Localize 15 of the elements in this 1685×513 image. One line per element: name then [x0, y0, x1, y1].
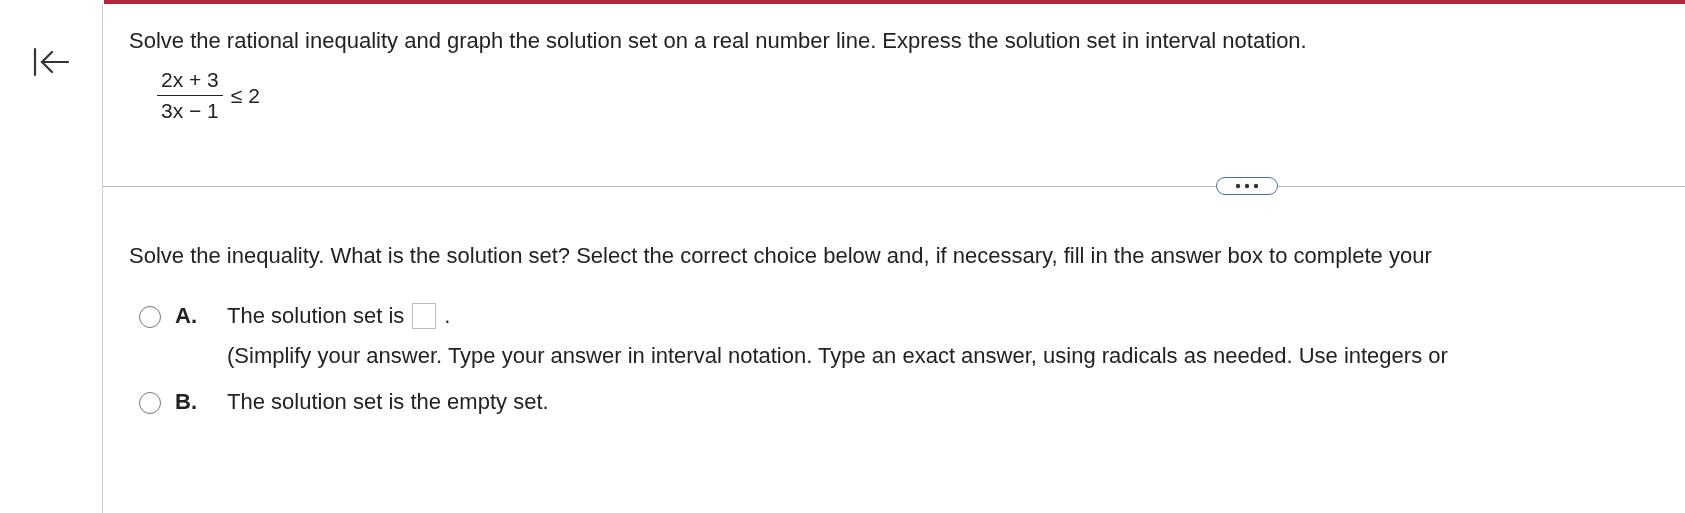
period: .	[444, 303, 451, 329]
answer-box[interactable]	[412, 303, 437, 329]
choice-text: The solution set is	[227, 303, 405, 329]
more-button[interactable]	[1216, 177, 1278, 195]
fraction: 2x + 3 3x − 1	[157, 68, 223, 123]
inequality-relation: ≤ 2	[230, 83, 260, 108]
choice-text: The solution set is the empty set.	[227, 389, 549, 415]
question-text: Solve the rational inequality and graph the solution set on a real number line. Express the solution set in interval notation.	[128, 27, 1308, 54]
choice-letter: B.	[175, 389, 198, 415]
choice-letter: A.	[175, 303, 198, 329]
radio-button[interactable]	[139, 392, 161, 414]
radio-button[interactable]	[139, 306, 161, 328]
instruction-text: Solve the inequality. What is the solution set? Select the correct choice below and, if necessary, fill in the answer box to complete your	[128, 242, 1433, 269]
hint-text: (Simplify your answer. Type your answer in interval notation. Type an exact answer, using radicals as needed. Use integers or	[227, 343, 1448, 369]
dots-icon	[1235, 183, 1259, 189]
